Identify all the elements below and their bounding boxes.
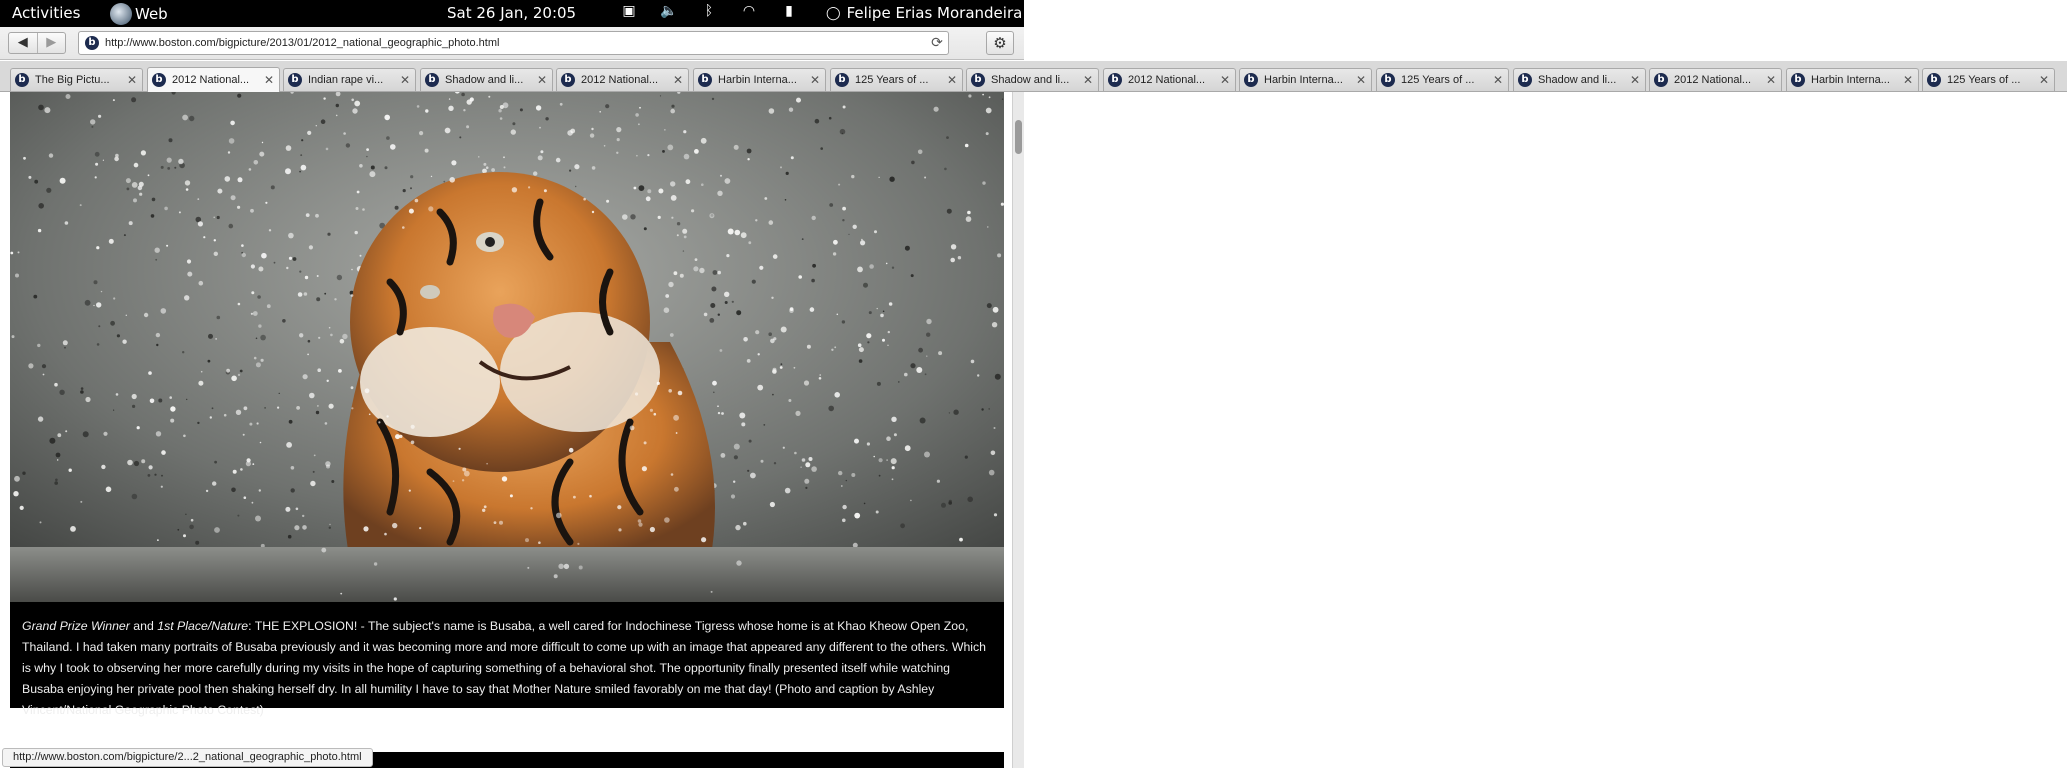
tab-favicon-icon: b [1791, 73, 1805, 87]
browser-toolbar: ◀ ▶ b http://www.boston.com/bigpicture/2… [0, 27, 1024, 60]
presence-icon: ◯ [826, 5, 841, 21]
caption-award-nature: 1st Place/Nature [157, 619, 249, 633]
tab-title: 2012 National... [1128, 74, 1206, 86]
chat-icon[interactable]: ▣ [620, 3, 638, 19]
tab-favicon-icon: b [971, 73, 985, 87]
tab-title: 125 Years of ... [1947, 74, 2021, 86]
photo-caption: Grand Prize Winner and 1st Place/Nature:… [10, 602, 1004, 717]
tab-favicon-icon: b [1244, 73, 1258, 87]
tab-favicon-icon: b [1518, 73, 1532, 87]
browser-tab[interactable]: b 125 Years of ... ✕ [1376, 68, 1509, 91]
volume-icon[interactable]: 🔈 [660, 3, 678, 19]
caption-conjunction: and [129, 619, 158, 633]
site-favicon-icon: b [85, 36, 99, 50]
caption-award-grand-prize: Grand Prize Winner [22, 619, 130, 633]
browser-tab[interactable]: b Harbin Interna... ✕ [1786, 68, 1919, 91]
vertical-scrollbar[interactable] [1012, 92, 1024, 768]
caption-text: : THE EXPLOSION! - The subject's name is… [22, 619, 987, 717]
tab-title: Harbin Interna... [1811, 74, 1890, 86]
battery-icon[interactable]: ▮ [780, 3, 798, 19]
system-indicators: ▣ 🔈 ᛒ ◠ ▮ [620, 3, 798, 19]
tiger-photo [10, 92, 1004, 602]
tab-favicon-icon: b [425, 73, 439, 87]
forward-button[interactable]: ▶ [38, 33, 66, 53]
tab-title: Shadow and li... [1538, 74, 1617, 86]
tab-title: 125 Years of ... [1401, 74, 1475, 86]
settings-gear-button[interactable]: ⚙ [986, 31, 1014, 55]
tab-favicon-icon: b [152, 73, 166, 87]
browser-tab[interactable]: b 125 Years of ... ✕ [830, 68, 963, 91]
app-name: Web [135, 5, 168, 23]
web-app-icon [110, 3, 132, 25]
tab-favicon-icon: b [1654, 73, 1668, 87]
tab-title: Indian rape vi... [308, 74, 384, 86]
tab-close-icon[interactable]: ✕ [536, 73, 548, 87]
tab-close-icon[interactable]: ✕ [809, 73, 821, 87]
back-button[interactable]: ◀ [9, 33, 38, 53]
browser-tab[interactable]: b Shadow and li... ✕ [1513, 68, 1646, 91]
tab-title: 2012 National... [1674, 74, 1752, 86]
web-page-content: Grand Prize Winner and 1st Place/Nature:… [0, 92, 1012, 768]
browser-tab[interactable]: b 125 Years of ... ✕ [1922, 68, 2055, 91]
tab-close-icon[interactable]: ✕ [1355, 73, 1367, 87]
tab-bar: b The Big Pictu... ✕ b 2012 National... ✕ b Ind… [0, 61, 2067, 92]
tab-favicon-icon: b [1927, 73, 1941, 87]
tab-favicon-icon: b [1108, 73, 1122, 87]
browser-tab[interactable]: b Indian rape vi... ✕ [283, 68, 416, 91]
wifi-icon[interactable]: ◠ [740, 3, 758, 19]
tab-title: Harbin Interna... [718, 74, 797, 86]
tab-title: Shadow and li... [445, 74, 524, 86]
tab-title: 125 Years of ... [855, 74, 929, 86]
tab-close-icon[interactable]: ✕ [399, 73, 411, 87]
bluetooth-icon[interactable]: ᛒ [700, 3, 718, 19]
link-status-bar: http://www.boston.com/bigpicture/2...2_n… [2, 748, 373, 767]
scrollbar-thumb[interactable] [1015, 120, 1022, 154]
tab-close-icon[interactable]: ✕ [126, 73, 138, 87]
browser-tab[interactable]: b 2012 National... ✕ [1649, 68, 1782, 91]
tab-close-icon[interactable]: ✕ [1902, 73, 1914, 87]
tab-close-icon[interactable]: ✕ [1219, 73, 1231, 87]
clock[interactable]: Sat 26 Jan, 20:05 [447, 4, 576, 22]
browser-tab[interactable]: b The Big Pictu... ✕ [10, 68, 143, 91]
browser-tab[interactable]: b Harbin Interna... ✕ [693, 68, 826, 91]
browser-tab[interactable]: b Shadow and li... ✕ [966, 68, 1099, 91]
user-menu[interactable]: ◯ Felipe Erias Morandeira [826, 4, 1022, 22]
tab-favicon-icon: b [1381, 73, 1395, 87]
tab-title: 2012 National... [172, 74, 250, 86]
tab-close-icon[interactable]: ✕ [1492, 73, 1504, 87]
tab-title: 2012 National... [581, 74, 659, 86]
tab-close-icon[interactable]: ✕ [946, 73, 958, 87]
tab-title: Shadow and li... [991, 74, 1070, 86]
tab-close-icon[interactable]: ✕ [2038, 73, 2050, 87]
tab-title: Harbin Interna... [1264, 74, 1343, 86]
browser-tab[interactable]: b Shadow and li... ✕ [420, 68, 553, 91]
address-bar[interactable]: b http://www.boston.com/bigpicture/2013/… [78, 31, 949, 55]
reload-icon[interactable]: ⟳ [926, 35, 948, 51]
navigation-buttons: ◀ ▶ [8, 32, 66, 54]
tab-favicon-icon: b [561, 73, 575, 87]
tab-close-icon[interactable]: ✕ [672, 73, 684, 87]
browser-tab[interactable]: b 2012 National... ✕ [1103, 68, 1236, 91]
tab-favicon-icon: b [835, 73, 849, 87]
tab-favicon-icon: b [288, 73, 302, 87]
gnome-top-bar: Activities Web Sat 26 Jan, 20:05 ▣ 🔈 ᛒ ◠… [0, 0, 1024, 27]
tab-close-icon[interactable]: ✕ [1082, 73, 1094, 87]
app-menu[interactable]: Web [110, 3, 168, 25]
browser-tab[interactable]: b 2012 National... ✕ [556, 68, 689, 91]
user-name: Felipe Erias Morandeira [846, 4, 1023, 22]
tab-title: The Big Pictu... [35, 74, 110, 86]
tab-favicon-icon: b [698, 73, 712, 87]
tiger-photo-illustration [10, 92, 1004, 602]
tab-close-icon[interactable]: ✕ [1765, 73, 1777, 87]
browser-tab[interactable]: b Harbin Interna... ✕ [1239, 68, 1372, 91]
browser-tab[interactable]: b 2012 National... ✕ [147, 67, 280, 92]
url-text[interactable]: http://www.boston.com/bigpicture/2013/01… [105, 37, 926, 49]
activities-button[interactable]: Activities [12, 4, 80, 22]
tab-close-icon[interactable]: ✕ [1629, 73, 1641, 87]
tab-close-icon[interactable]: ✕ [263, 73, 275, 87]
tab-favicon-icon: b [15, 73, 29, 87]
